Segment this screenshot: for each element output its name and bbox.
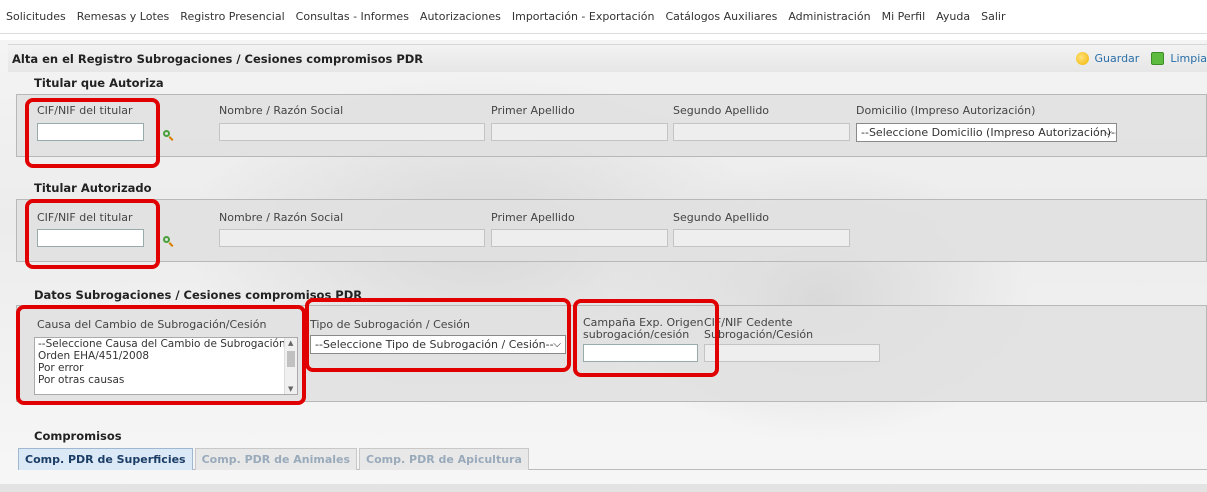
tipo-label: Tipo de Subrogación / Cesión	[310, 318, 471, 331]
cif-input-autoriza[interactable]	[37, 123, 144, 141]
cedente-field	[704, 344, 880, 362]
apellido1-label-autorizado: Primer Apellido	[491, 211, 575, 224]
menu-mi-perfil[interactable]: Mi Perfil	[882, 10, 926, 23]
scroll-thumb[interactable]	[287, 351, 295, 367]
cif-input-autorizado[interactable]	[37, 229, 144, 247]
apellido2-label-autoriza: Segundo Apellido	[673, 104, 770, 117]
menu-administracion[interactable]: Administración	[788, 10, 870, 23]
causa-option[interactable]: --Seleccione Causa del Cambio de Subroga…	[35, 338, 285, 350]
cif-label-autoriza: CIF/NIF del titular	[37, 104, 133, 117]
scroll-up-icon[interactable]: ▲	[288, 339, 293, 347]
apellido2-field-autoriza	[673, 123, 850, 141]
save-button[interactable]: Guardar	[1075, 52, 1140, 65]
menu-autorizaciones[interactable]: Autorizaciones	[420, 10, 501, 23]
nombre-label-autorizado: Nombre / Razón Social	[219, 211, 344, 224]
bottom-panel-edge	[0, 484, 1207, 492]
clear-button[interactable]: Limpia	[1151, 52, 1207, 65]
campana-label-2: subrogación/cesión	[583, 328, 690, 341]
domicilio-select[interactable]: --Seleccione Domicilio (Impreso Autoriza…	[856, 123, 1117, 142]
search-icon-autoriza[interactable]	[163, 130, 170, 137]
section-compromisos: Compromisos	[34, 429, 122, 443]
menu-remesas-lotes[interactable]: Remesas y Lotes	[77, 10, 170, 23]
clear-icon	[1151, 52, 1165, 65]
page-header: Alta en el Registro Subrogaciones / Cesi…	[8, 44, 1207, 72]
tab-animales[interactable]: Comp. PDR de Animales	[194, 448, 358, 470]
menu-registro-presencial[interactable]: Registro Presencial	[180, 10, 284, 23]
compromisos-tabs: Comp. PDR de Superficies Comp. PDR de An…	[18, 448, 1207, 470]
domicilio-selected: --Seleccione Domicilio (Impreso Autoriza…	[861, 126, 1117, 139]
tipo-select[interactable]: --Seleccione Tipo de Subrogación / Cesió…	[310, 335, 566, 354]
main-menu: Solicitudes Remesas y Lotes Registro Pre…	[0, 0, 1207, 34]
save-label: Guardar	[1094, 52, 1140, 65]
causa-option[interactable]: Por otras causas	[35, 374, 285, 386]
menu-ayuda[interactable]: Ayuda	[936, 10, 970, 23]
nombre-field-autoriza	[219, 123, 485, 141]
apellido1-label-autoriza: Primer Apellido	[491, 104, 575, 117]
apellido2-label-autorizado: Segundo Apellido	[673, 211, 770, 224]
causa-option[interactable]: Por error	[35, 362, 285, 374]
scroll-down-icon[interactable]: ▼	[288, 385, 293, 393]
nombre-field-autorizado	[219, 229, 485, 247]
header-actions: Guardar Limpia	[1064, 52, 1207, 65]
cedente-label-2: Subrogación/Cesión	[704, 328, 814, 341]
menu-salir[interactable]: Salir	[981, 10, 1005, 23]
tab-superficies[interactable]: Comp. PDR de Superficies	[18, 448, 193, 470]
causa-listbox[interactable]: --Seleccione Causa del Cambio de Subroga…	[34, 337, 298, 395]
section-titular-autoriza: Titular que Autoriza	[34, 76, 164, 90]
causa-label: Causa del Cambio de Subrogación/Cesión	[37, 318, 267, 331]
clear-label: Limpia	[1170, 52, 1207, 65]
domicilio-label: Domicilio (Impreso Autorización)	[856, 104, 1036, 117]
causa-option[interactable]: Orden EHA/451/2008	[35, 350, 285, 362]
save-icon	[1075, 52, 1089, 65]
apellido1-field-autoriza	[491, 123, 668, 141]
apellido1-field-autorizado	[491, 229, 668, 247]
menu-catalogos-auxiliares[interactable]: Catálogos Auxiliares	[665, 10, 777, 23]
tipo-selected: --Seleccione Tipo de Subrogación / Cesió…	[315, 338, 554, 351]
menu-importacion-exportacion[interactable]: Importación - Exportación	[512, 10, 655, 23]
nombre-label-autoriza: Nombre / Razón Social	[219, 104, 344, 117]
section-datos-subrogaciones: Datos Subrogaciones / Cesiones compromis…	[34, 288, 363, 302]
cif-label-autorizado: CIF/NIF del titular	[37, 211, 133, 224]
campana-input[interactable]	[583, 344, 698, 362]
section-titular-autorizado: Titular Autorizado	[34, 181, 152, 195]
menu-solicitudes[interactable]: Solicitudes	[6, 10, 66, 23]
page-title: Alta en el Registro Subrogaciones / Cesi…	[12, 51, 424, 66]
chevron-down-icon: ⌵	[1104, 127, 1112, 138]
tab-apicultura[interactable]: Comp. PDR de Apicultura	[359, 448, 529, 470]
search-icon-autorizado[interactable]	[163, 236, 170, 243]
causa-scrollbar[interactable]: ▲ ▼	[284, 338, 297, 394]
menu-consultas-informes[interactable]: Consultas - Informes	[296, 10, 409, 23]
chevron-down-icon: ⌵	[553, 339, 561, 350]
apellido2-field-autorizado	[673, 229, 850, 247]
